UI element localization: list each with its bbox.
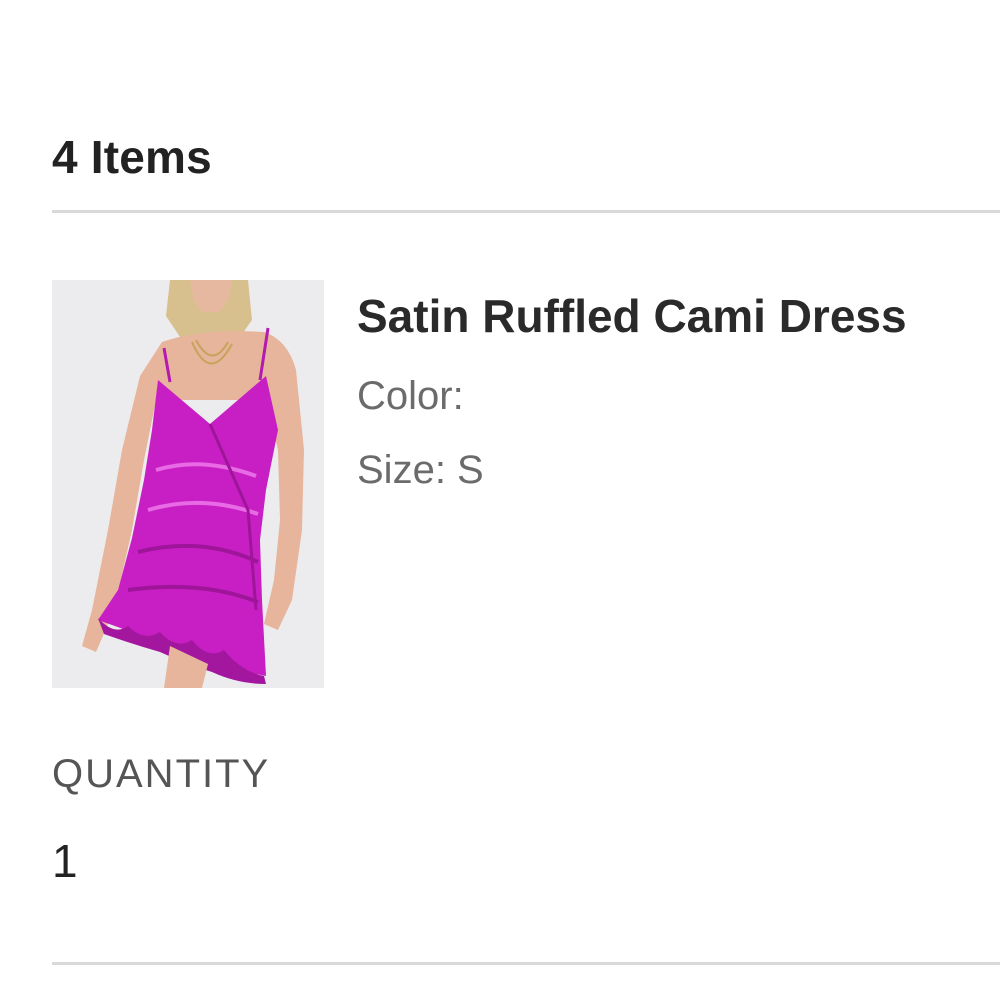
cart-page: 4 Items Satin Ruffled Cami Dress Color: … (0, 0, 1000, 1000)
header-divider (52, 210, 1000, 213)
item-divider (52, 962, 1000, 965)
product-size: Size: S (357, 448, 484, 492)
product-info: Satin Ruffled Cami Dress Color: Size: S (357, 288, 977, 494)
items-count-heading: 4 Items (52, 131, 212, 183)
dress-photo-icon (52, 280, 324, 688)
product-image[interactable] (52, 280, 324, 688)
product-name[interactable]: Satin Ruffled Cami Dress (357, 288, 977, 344)
product-color: Color: (357, 374, 464, 418)
quantity-value[interactable]: 1 (52, 834, 78, 888)
quantity-label: QUANTITY (52, 752, 271, 796)
